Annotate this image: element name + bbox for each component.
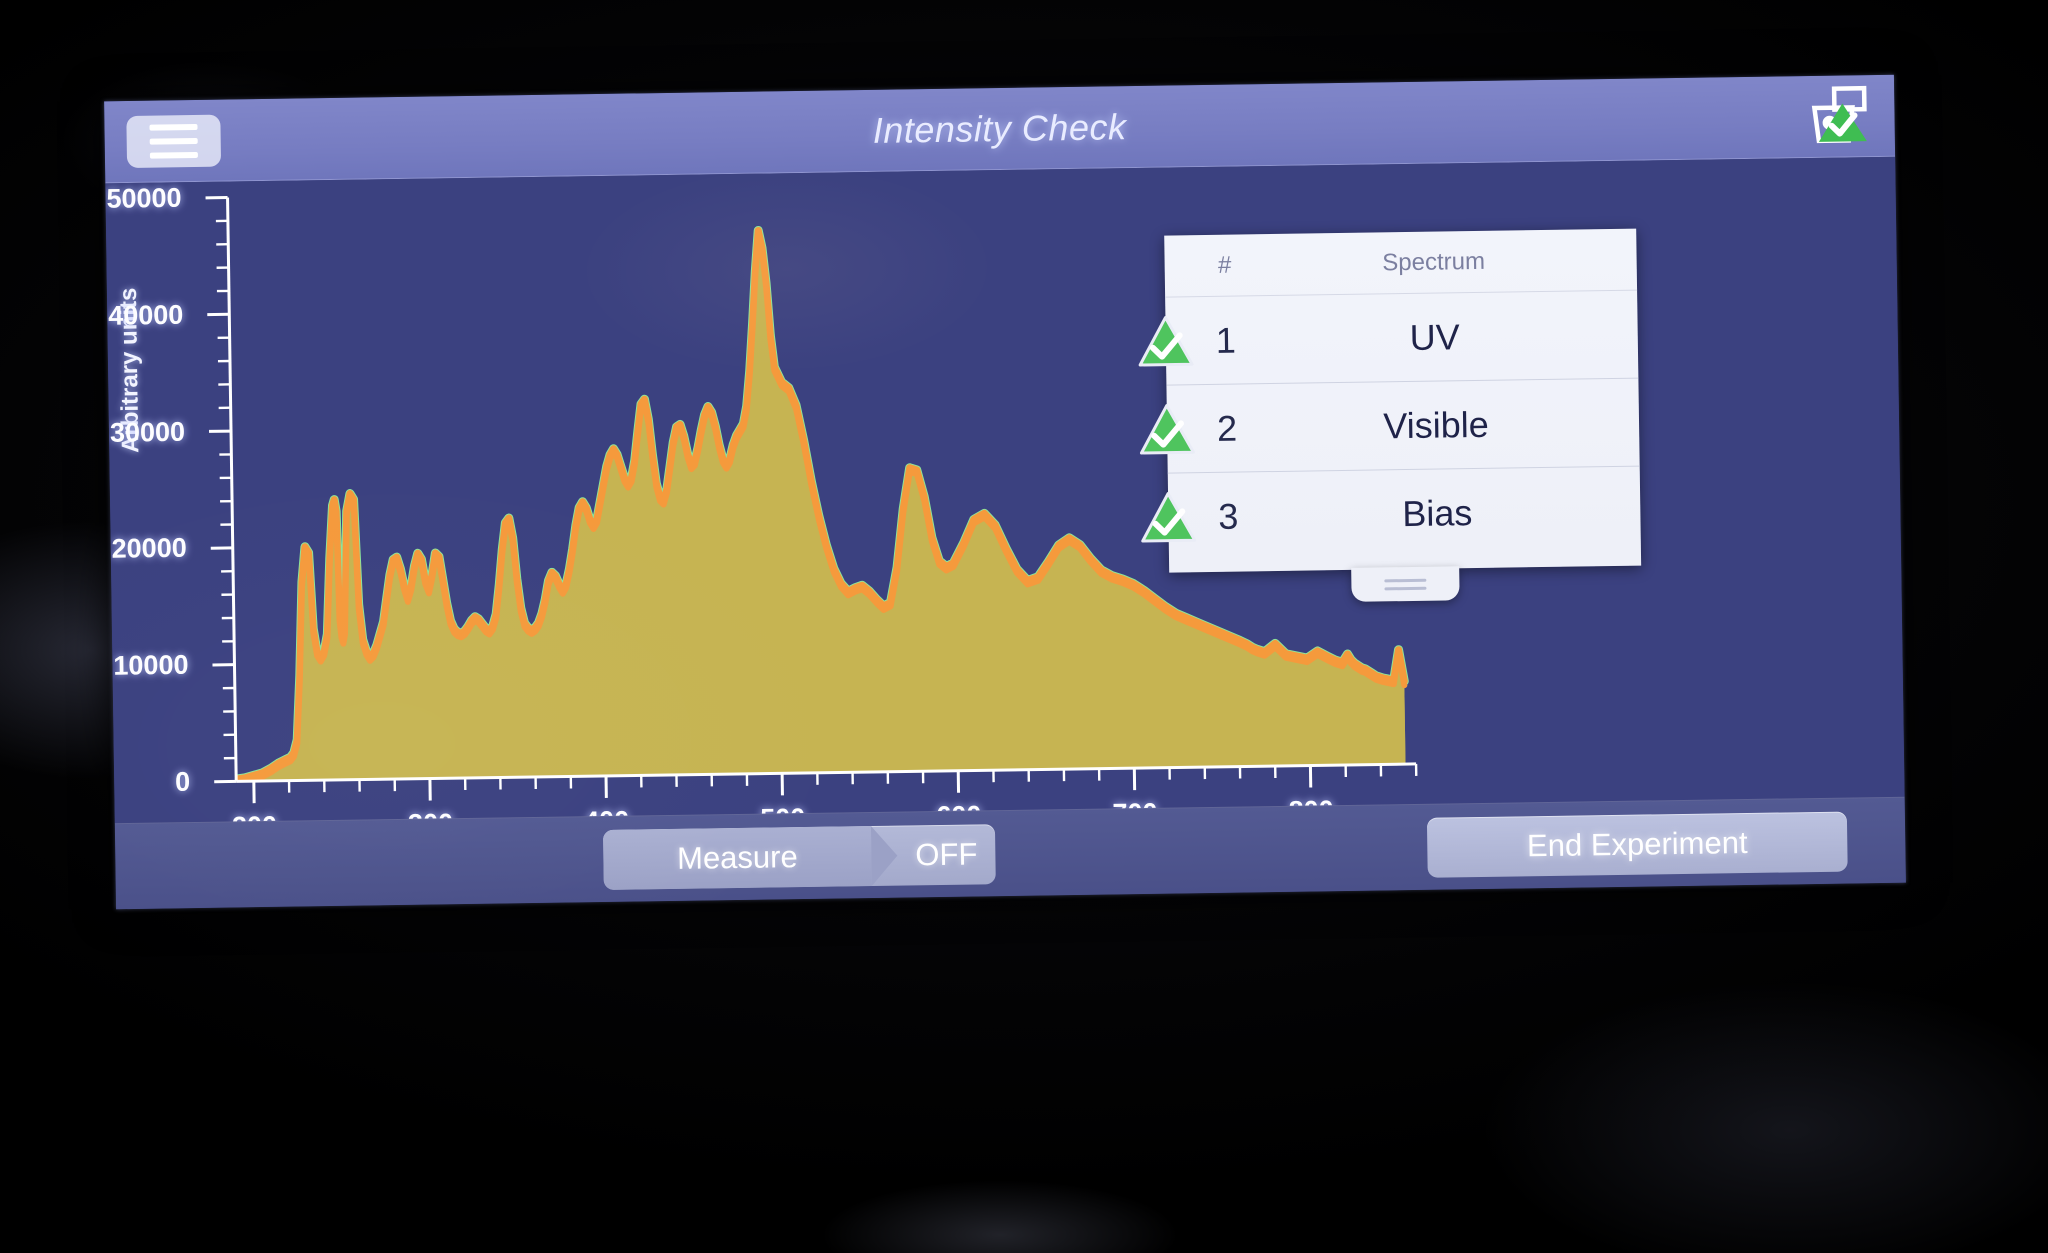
column-header-index: # [1217,251,1232,279]
measure-label: Measure [602,826,872,890]
instrument-screen: Intensity Check Arbitrary units 0 10000 20… [104,74,1906,910]
green-check-triangle-icon[interactable] [1140,491,1197,544]
table-row[interactable]: 3 Bias [1141,467,1641,562]
bezel-reflection-right [1480,980,2048,1253]
table-row[interactable]: 1 UV [1138,290,1639,386]
spectrum-table-rows: 1 UV 2 Visible 3 Bias [1138,290,1641,562]
drag-handle-line-2 [1384,586,1427,590]
column-header-spectrum: Spectrum [1382,247,1486,276]
table-row[interactable]: 2 Visible [1139,378,1640,474]
cuvette-check-icon[interactable] [1804,85,1871,148]
check-triangle-svg [1138,315,1194,366]
end-experiment-button[interactable]: End Experiment [1426,811,1848,878]
y-axis-line [226,197,238,782]
drag-handle-icon[interactable] [1351,566,1460,602]
check-triangle-svg [1139,403,1195,454]
drag-handle-line-1 [1384,578,1427,582]
measure-toggle-button[interactable]: Measure OFF [602,824,996,890]
spectrum-plot-region[interactable]: Arbitrary units 0 10000 20000 30000 40000 500… [105,156,1905,842]
check-triangle-svg [1141,492,1197,543]
green-check-triangle-icon[interactable] [1137,315,1194,368]
row-spectrum-name-2: Visible [1383,403,1490,446]
green-check-triangle-icon[interactable] [1139,403,1196,456]
spectrum-list-card[interactable]: # Spectrum 1 UV 2 Visible 3 Bias [1138,228,1642,602]
row-spectrum-name-3: Bias [1402,492,1473,535]
photo-frame: Intensity Check Arbitrary units 0 10000 20… [0,0,2048,1253]
row-spectrum-name-1: UV [1409,315,1461,358]
spectrum-table-header: # Spectrum [1164,228,1638,298]
cuvette-check-svg [1811,85,1867,144]
bezel-reflection-bottom [820,1180,1180,1253]
